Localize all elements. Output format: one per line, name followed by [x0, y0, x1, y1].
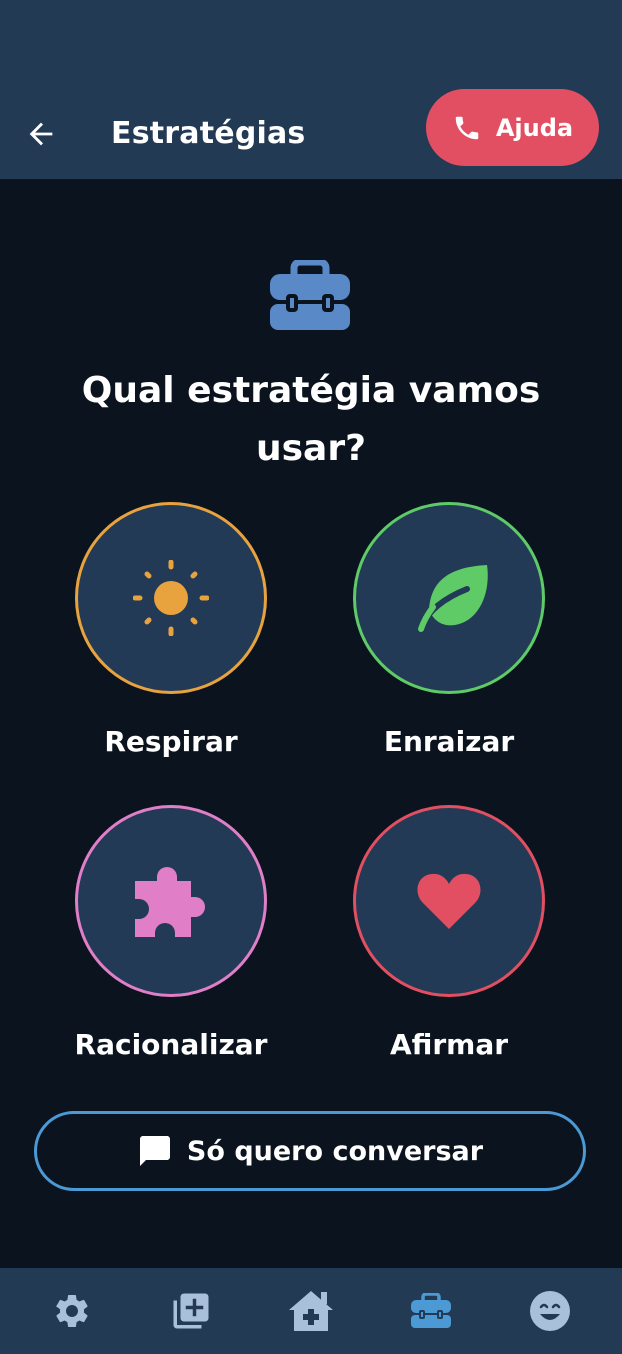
toolbox-icon	[270, 260, 350, 330]
smile-icon	[530, 1291, 571, 1331]
sun-icon	[133, 560, 209, 636]
strategy-circle[interactable]	[353, 805, 545, 997]
help-button-label: Ajuda	[495, 113, 574, 142]
strategy-afirmar[interactable]: Afirmar	[349, 805, 549, 1065]
toolbox-icon	[410, 1293, 451, 1328]
strategy-circle[interactable]	[353, 502, 545, 694]
back-button[interactable]	[20, 112, 62, 156]
gear-icon	[55, 1295, 88, 1327]
just-talk-label: Só quero conversar	[186, 1135, 484, 1167]
leaf-icon	[418, 565, 488, 632]
nav-home[interactable]	[276, 1276, 346, 1346]
strategy-label: Afirmar	[389, 1028, 509, 1061]
page-title: Estratégias	[111, 116, 306, 151]
help-button[interactable]: Ajuda	[426, 89, 599, 166]
strategy-circle[interactable]	[75, 805, 267, 997]
strategy-circle[interactable]	[75, 502, 267, 694]
chat-icon	[139, 1136, 170, 1166]
just-talk-button[interactable]: Só quero conversar	[34, 1111, 586, 1191]
add-collection-icon	[173, 1293, 209, 1329]
nav-settings[interactable]	[37, 1276, 107, 1346]
strategy-label: Racionalizar	[74, 1028, 268, 1061]
strategy-racionalizar[interactable]: Racionalizar	[71, 805, 271, 1065]
strategy-label: Enraizar	[383, 725, 515, 758]
strategy-label: Respirar	[104, 725, 238, 758]
puzzle-icon	[135, 866, 206, 937]
strategy-question: Qual estratégia vamos usar?	[81, 370, 541, 469]
home-medical-icon	[288, 1291, 333, 1331]
phone-icon	[455, 116, 479, 139]
nav-add-entry[interactable]	[156, 1276, 226, 1346]
strategy-enraizar[interactable]: Enraizar	[349, 502, 549, 762]
nav-strategies[interactable]	[396, 1276, 466, 1346]
bottom-navigation	[0, 1268, 622, 1354]
app-header: Estratégias Ajuda	[0, 0, 622, 179]
arrow-left-icon	[29, 122, 53, 146]
nav-mood[interactable]	[515, 1276, 585, 1346]
heart-icon	[417, 873, 481, 929]
strategy-respirar[interactable]: Respirar	[71, 502, 271, 762]
